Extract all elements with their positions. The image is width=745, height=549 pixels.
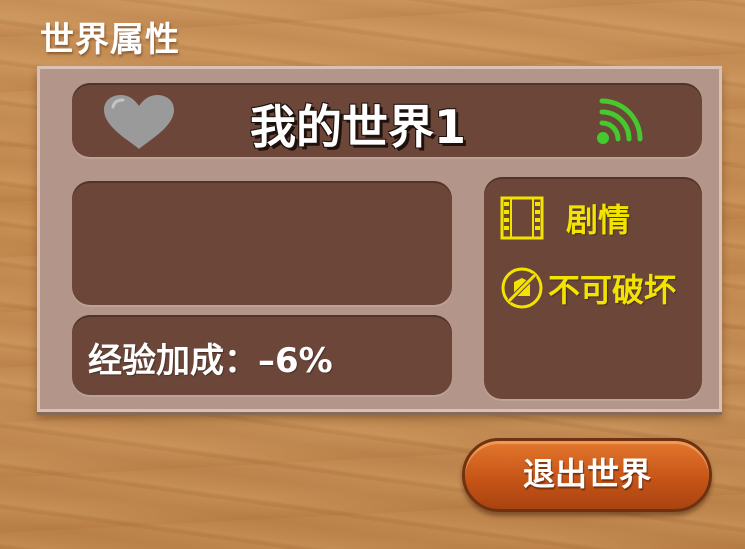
tag-no-destroy: 不可破坏: [500, 265, 676, 311]
wifi-signal-icon: [597, 98, 643, 144]
film-icon: [500, 196, 544, 240]
heart-icon[interactable]: [100, 93, 178, 151]
world-tags-box: 剧情 不可破坏: [484, 177, 702, 399]
tag-story-label: 剧情: [566, 201, 631, 239]
tag-no-destroy-label: 不可破坏: [548, 271, 677, 309]
tag-story: 剧情: [500, 195, 630, 241]
exit-world-button[interactable]: 退出世界: [462, 438, 712, 512]
exp-bonus-box: 经验加成：–6%: [72, 315, 452, 395]
world-description-box: [72, 181, 452, 305]
no-destroy-icon: [501, 267, 543, 309]
world-name-bar: 我的世界1: [72, 83, 702, 157]
world-properties-panel: 我的世界1 经验加成：–6% 剧情 不可破坏: [37, 66, 722, 412]
page-title: 世界属性: [40, 20, 180, 60]
exp-bonus-text: 经验加成：–6%: [88, 341, 333, 381]
world-name: 我的世界1: [250, 100, 467, 154]
